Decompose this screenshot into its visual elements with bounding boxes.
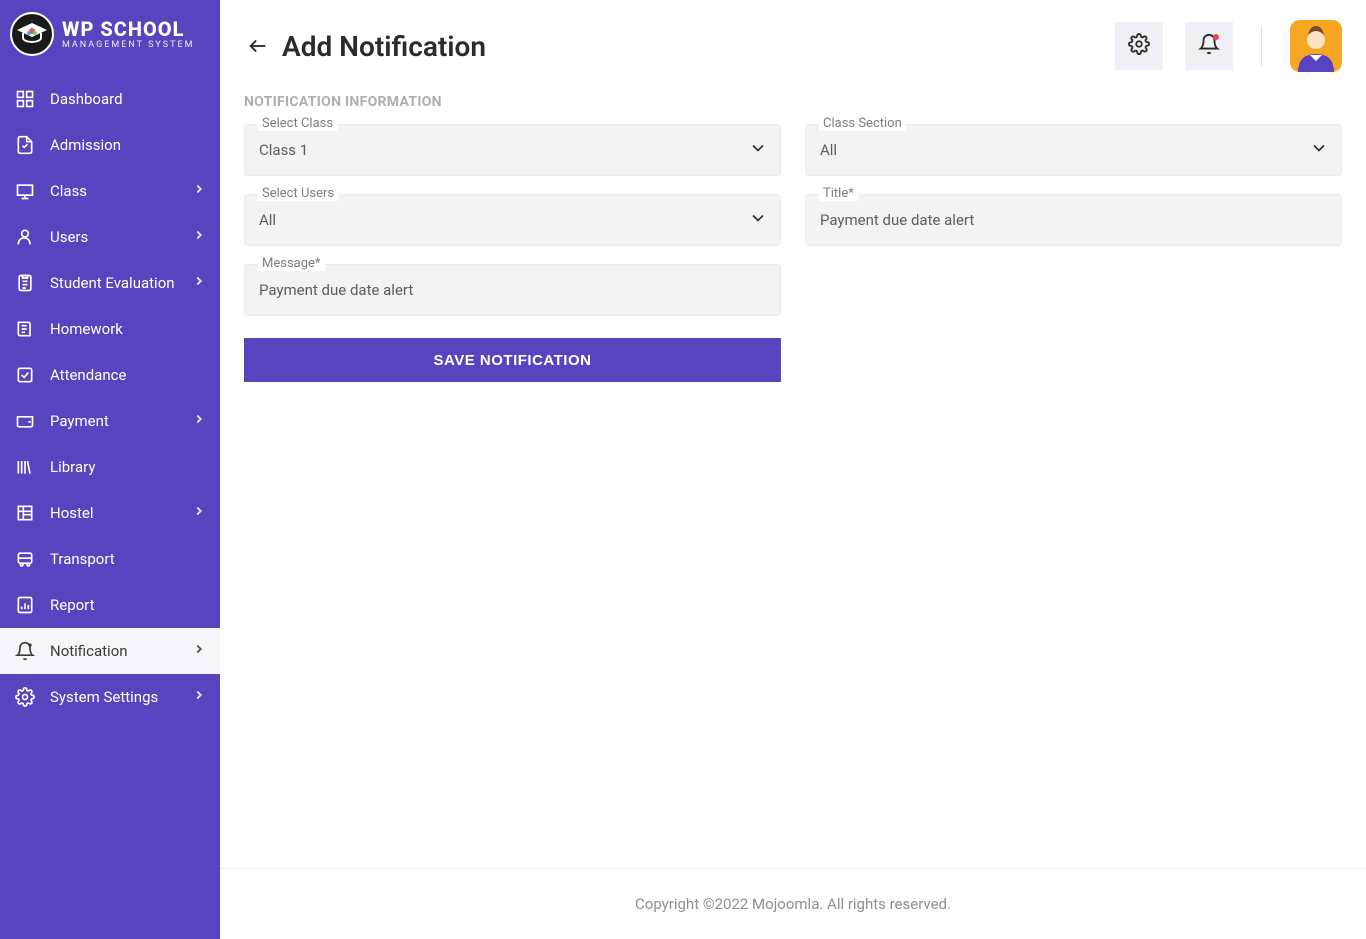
- hostel-icon: [14, 502, 36, 524]
- field-title: Title*: [805, 194, 1342, 246]
- settings-icon: [14, 686, 36, 708]
- chevron-right-icon: [192, 504, 206, 522]
- message-input-wrapper: [244, 264, 781, 316]
- sidebar-item-label: Admission: [50, 136, 206, 154]
- select-users-value: All: [259, 211, 766, 229]
- sidebar-item-label: Class: [50, 182, 178, 200]
- field-label: Message*: [258, 256, 325, 271]
- sidebar-item-label: Payment: [50, 412, 178, 430]
- users-icon: [14, 226, 36, 248]
- title-input-wrapper: [805, 194, 1342, 246]
- user-avatar[interactable]: [1290, 20, 1342, 72]
- field-label: Title*: [819, 186, 858, 201]
- sidebar-item-report[interactable]: Report: [0, 582, 220, 628]
- attendance-icon: [14, 364, 36, 386]
- sidebar-item-label: Homework: [50, 320, 206, 338]
- notification-icon: [14, 640, 36, 662]
- header-divider: [1261, 26, 1262, 66]
- sidebar-item-label: Hostel: [50, 504, 178, 522]
- sidebar-item-student-evaluation[interactable]: Student Evaluation: [0, 260, 220, 306]
- back-button[interactable]: [244, 32, 272, 60]
- brand-logo-icon: [10, 12, 54, 56]
- content: NOTIFICATION INFORMATION Select Class Cl…: [220, 76, 1366, 868]
- title-input[interactable]: [820, 211, 1327, 229]
- chevron-right-icon: [192, 642, 206, 660]
- chevron-right-icon: [192, 688, 206, 706]
- sidebar-nav: Dashboard Admission Class: [0, 68, 220, 939]
- field-label: Select Class: [258, 116, 337, 131]
- chevron-down-icon: [748, 208, 768, 232]
- notification-dot: [1213, 34, 1219, 40]
- chevron-right-icon: [192, 274, 206, 292]
- field-message: Message*: [244, 264, 781, 316]
- sidebar-item-system-settings[interactable]: System Settings: [0, 674, 220, 720]
- library-icon: [14, 456, 36, 478]
- section-title: NOTIFICATION INFORMATION: [244, 94, 1342, 110]
- sidebar-item-transport[interactable]: Transport: [0, 536, 220, 582]
- sidebar-item-label: Report: [50, 596, 206, 614]
- sidebar-item-admission[interactable]: Admission: [0, 122, 220, 168]
- evaluation-icon: [14, 272, 36, 294]
- gear-icon: [1128, 33, 1150, 59]
- sidebar-item-label: Dashboard: [50, 90, 206, 108]
- form-grid: Select Class Class 1 Class Section All: [244, 124, 1342, 316]
- header: Add Notification: [220, 0, 1366, 76]
- footer-text: Copyright ©2022 Mojoomla. All rights res…: [635, 895, 951, 913]
- save-notification-button[interactable]: SAVE NOTIFICATION: [244, 338, 781, 382]
- chevron-right-icon: [192, 228, 206, 246]
- field-class-section: Class Section All: [805, 124, 1342, 176]
- sidebar-item-label: System Settings: [50, 688, 178, 706]
- sidebar-item-label: Notification: [50, 642, 178, 660]
- sidebar-item-notification[interactable]: Notification: [0, 628, 220, 674]
- sidebar: WP SCHOOL MANAGEMENT SYSTEM Dashboard Ad…: [0, 0, 220, 939]
- field-select-class: Select Class Class 1: [244, 124, 781, 176]
- chevron-down-icon: [748, 138, 768, 162]
- message-input[interactable]: [259, 281, 766, 299]
- sidebar-item-homework[interactable]: Homework: [0, 306, 220, 352]
- sidebar-item-hostel[interactable]: Hostel: [0, 490, 220, 536]
- header-notifications-button[interactable]: [1185, 22, 1233, 70]
- page-title: Add Notification: [282, 30, 486, 63]
- admission-icon: [14, 134, 36, 156]
- dashboard-icon: [14, 88, 36, 110]
- chevron-right-icon: [192, 182, 206, 200]
- field-select-users: Select Users All: [244, 194, 781, 246]
- brand-subtitle: MANAGEMENT SYSTEM: [62, 41, 194, 50]
- sidebar-item-dashboard[interactable]: Dashboard: [0, 76, 220, 122]
- header-settings-button[interactable]: [1115, 22, 1163, 70]
- footer: Copyright ©2022 Mojoomla. All rights res…: [220, 868, 1366, 939]
- homework-icon: [14, 318, 36, 340]
- class-icon: [14, 180, 36, 202]
- sidebar-item-label: Users: [50, 228, 178, 246]
- brand-logo: WP SCHOOL MANAGEMENT SYSTEM: [0, 0, 220, 68]
- sidebar-item-label: Transport: [50, 550, 206, 568]
- transport-icon: [14, 548, 36, 570]
- field-label: Select Users: [258, 186, 338, 201]
- sidebar-item-label: Student Evaluation: [50, 274, 178, 292]
- sidebar-item-label: Library: [50, 458, 206, 476]
- report-icon: [14, 594, 36, 616]
- chevron-down-icon: [1309, 138, 1329, 162]
- select-users-dropdown[interactable]: All: [244, 194, 781, 246]
- sidebar-item-payment[interactable]: Payment: [0, 398, 220, 444]
- select-class-value: Class 1: [259, 141, 766, 159]
- main: Add Notification: [220, 0, 1366, 939]
- payment-icon: [14, 410, 36, 432]
- sidebar-item-users[interactable]: Users: [0, 214, 220, 260]
- chevron-right-icon: [192, 412, 206, 430]
- select-class-dropdown[interactable]: Class 1: [244, 124, 781, 176]
- sidebar-item-class[interactable]: Class: [0, 168, 220, 214]
- brand-title: WP SCHOOL: [62, 19, 194, 39]
- field-label: Class Section: [819, 116, 906, 131]
- class-section-dropdown[interactable]: All: [805, 124, 1342, 176]
- sidebar-item-attendance[interactable]: Attendance: [0, 352, 220, 398]
- sidebar-item-library[interactable]: Library: [0, 444, 220, 490]
- sidebar-item-label: Attendance: [50, 366, 206, 384]
- class-section-value: All: [820, 141, 1327, 159]
